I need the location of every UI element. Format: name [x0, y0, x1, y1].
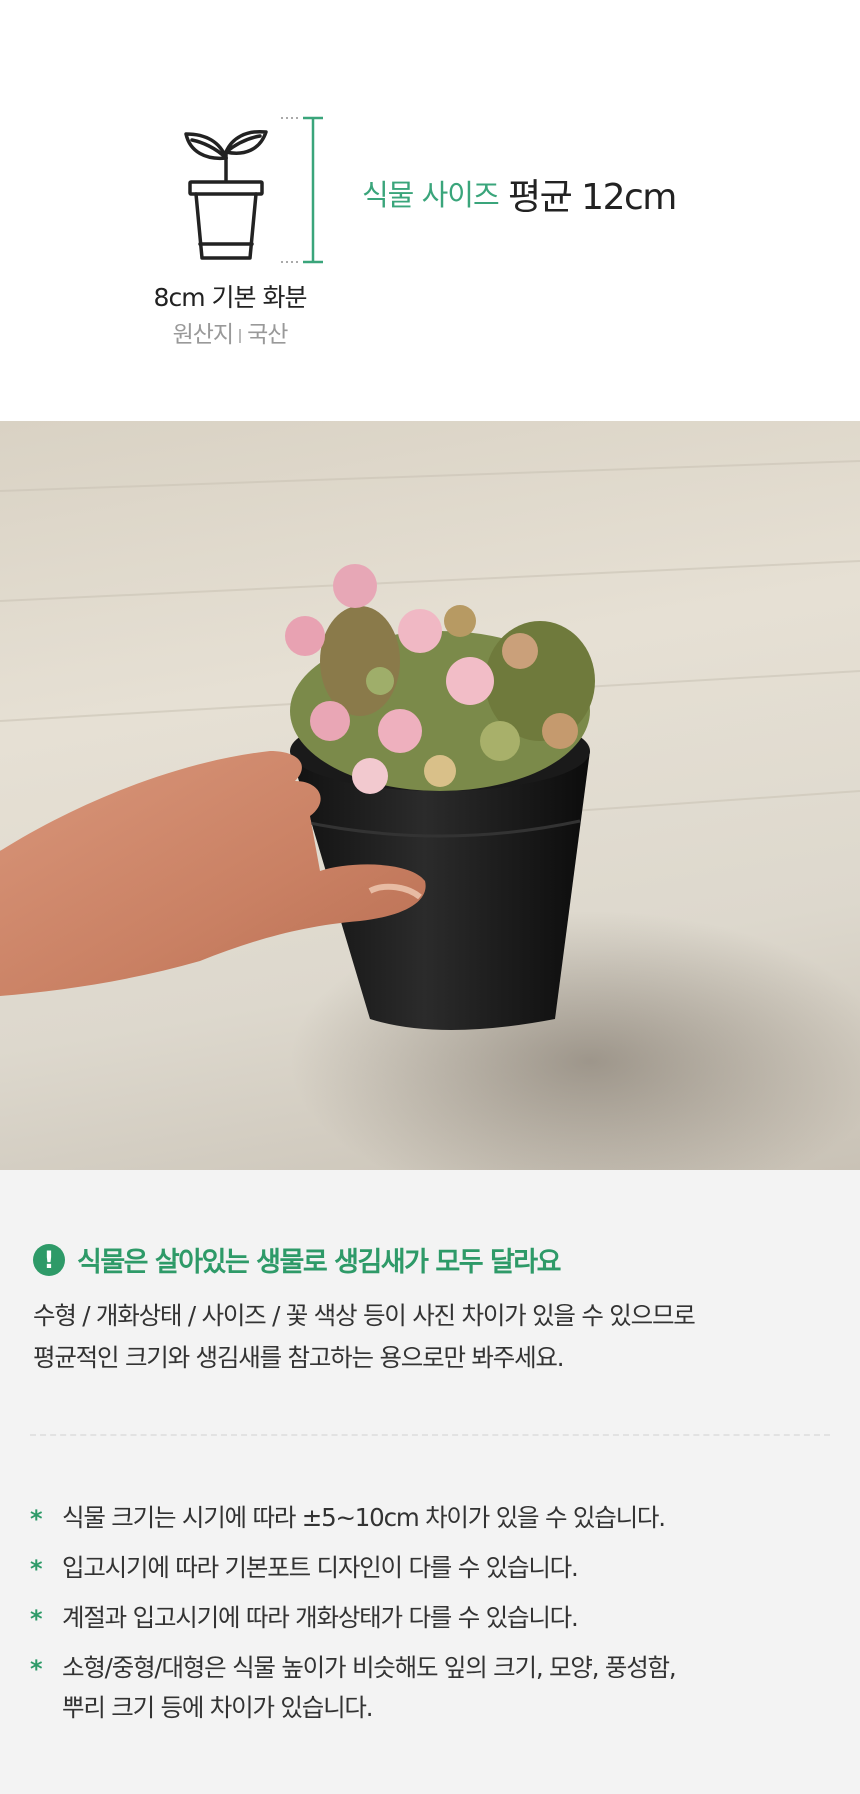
pot-name: 8cm 기본 화분 [153, 283, 308, 312]
notice-title: 식물은 살아있는 생물로 생김새가 모두 달라요 [77, 1247, 561, 1278]
potted-sprout-icon [184, 129, 268, 260]
notice-description: 수형 / 개화상태 / 사이즈 / 꽃 색상 등이 사진 차이가 있을 수 있으… [33, 1295, 833, 1379]
origin-value: 국산 [247, 322, 288, 348]
plant-size-value: 평균 12cm [508, 177, 677, 218]
asterisk-bullet-icon: * [30, 1605, 43, 1633]
caution-item: * 소형/중형/대형은 식물 높이가 비슷해도 잎의 크기, 모양, 풍성함, … [30, 1648, 830, 1728]
caution-text: 입고시기에 따라 기본포트 디자인이 다를 수 있습니다. [62, 1553, 579, 1582]
origin-separator [239, 328, 242, 343]
size-spec-section: 식물 사이즈 평균 12cm 8cm 기본 화분 원산지 국산 [0, 0, 860, 421]
alert-icon: ! [33, 1243, 65, 1276]
notice-description-line: 수형 / 개화상태 / 사이즈 / 꽃 색상 등이 사진 차이가 있을 수 있으… [33, 1301, 696, 1330]
origin-label: 원산지 [172, 322, 234, 348]
product-photo [0, 421, 860, 1170]
height-measure-icon [281, 116, 323, 264]
caution-text: 소형/중형/대형은 식물 높이가 비슷해도 잎의 크기, 모양, 풍성함, 뿌리… [62, 1653, 677, 1722]
asterisk-bullet-icon: * [30, 1555, 43, 1583]
product-detail-page: 식물 사이즈 평균 12cm 8cm 기본 화분 원산지 국산 ! 식물은 살아… [0, 0, 860, 1794]
asterisk-bullet-icon: * [30, 1655, 43, 1683]
plant-size-label: 식물 사이즈 [362, 178, 500, 212]
caution-item: * 입고시기에 따라 기본포트 디자인이 다를 수 있습니다. [30, 1548, 830, 1588]
caution-list: * 식물 크기는 시기에 따라 ±5~10cm 차이가 있을 수 있습니다. *… [30, 1498, 830, 1738]
caution-item: * 계절과 입고시기에 따라 개화상태가 다를 수 있습니다. [30, 1598, 830, 1638]
caution-text: 식물 크기는 시기에 따라 ±5~10cm 차이가 있을 수 있습니다. [62, 1503, 666, 1532]
asterisk-bullet-icon: * [30, 1505, 43, 1533]
caution-text: 계절과 입고시기에 따라 개화상태가 다를 수 있습니다. [62, 1603, 579, 1632]
notice-heading: ! 식물은 살아있는 생물로 생김새가 모두 달라요 [33, 1240, 561, 1279]
dashed-divider [30, 1434, 830, 1436]
origin-info: 원산지 국산 [150, 315, 310, 349]
notice-description-line: 평균적인 크기와 생김새를 참고하는 용으로만 봐주세요. [33, 1343, 565, 1372]
caution-item: * 식물 크기는 시기에 따라 ±5~10cm 차이가 있을 수 있습니다. [30, 1498, 830, 1538]
succulent-photo-illustration [0, 460, 860, 1170]
